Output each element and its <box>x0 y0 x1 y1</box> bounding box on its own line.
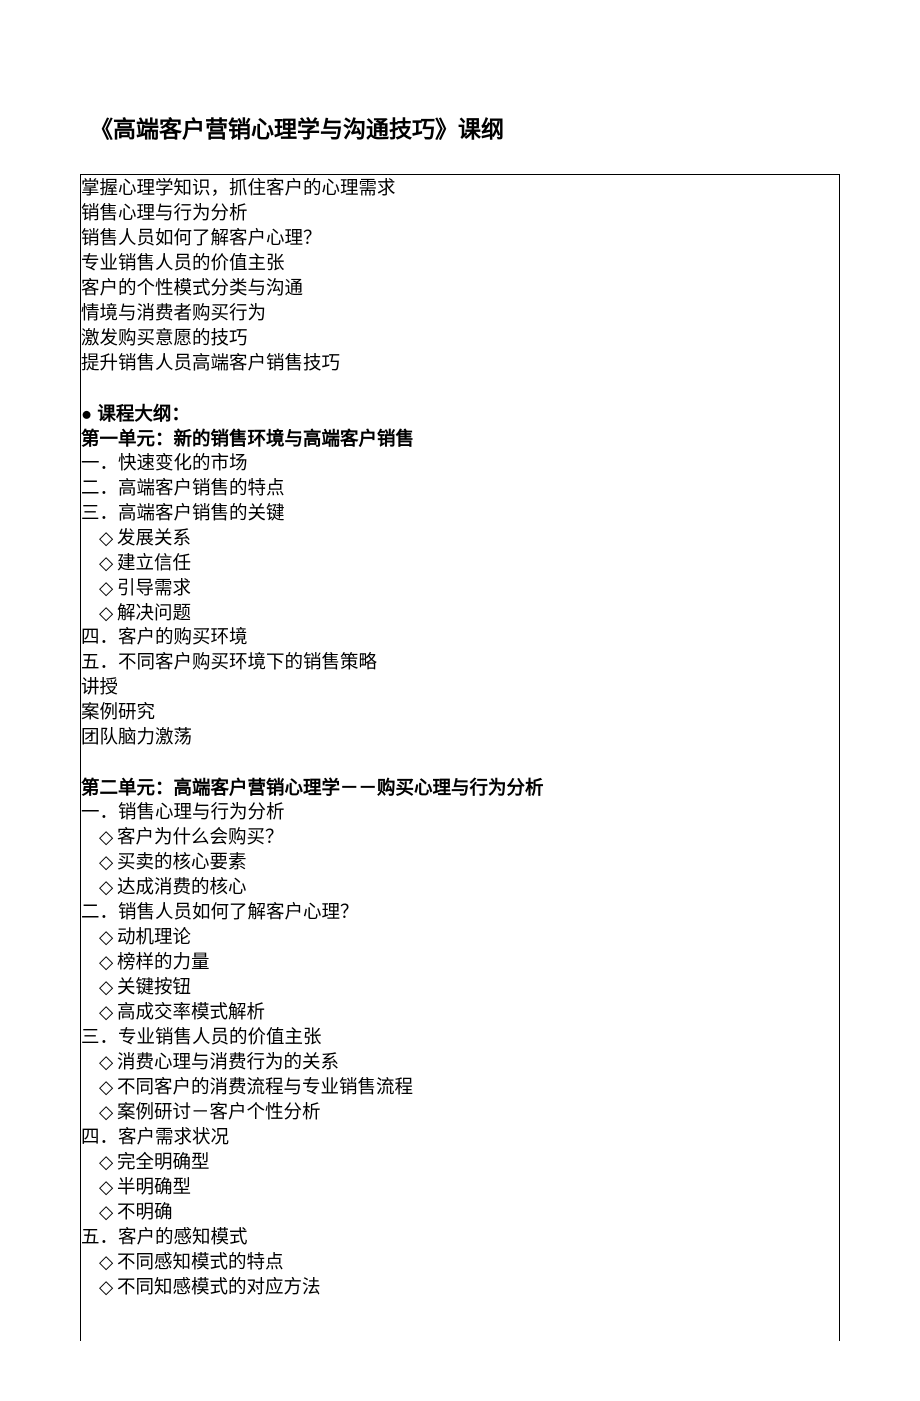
unit2-sub: ◇不明确 <box>81 1201 839 1226</box>
sub-text: 客户为什么会购买？ <box>117 828 284 848</box>
diamond-icon: ◇ <box>99 1251 117 1276</box>
unit2-sub: ◇买卖的核心要素 <box>81 851 839 876</box>
diamond-icon: ◇ <box>99 926 117 951</box>
sub-text: 引导需求 <box>117 579 191 599</box>
diamond-icon: ◇ <box>99 876 117 901</box>
diamond-icon: ◇ <box>99 976 117 1001</box>
unit1-sub: ◇建立信任 <box>81 552 839 577</box>
diamond-icon: ◇ <box>99 951 117 976</box>
diamond-icon: ◇ <box>99 851 117 876</box>
content-box: 掌握心理学知识，抓住客户的心理需求 销售心理与行为分析 销售人员如何了解客户心理… <box>80 174 840 1341</box>
unit2-sub: ◇半明确型 <box>81 1176 839 1201</box>
unit1-item: 团队脑力激荡 <box>81 726 839 751</box>
sub-text: 买卖的核心要素 <box>117 853 247 873</box>
sub-text: 不明确 <box>117 1203 173 1223</box>
unit1-item: 一．快速变化的市场 <box>81 452 839 477</box>
sub-text: 案例研讨－客户个性分析 <box>117 1103 321 1123</box>
unit2-sub: ◇不同感知模式的特点 <box>81 1251 839 1276</box>
sub-text: 建立信任 <box>117 554 191 574</box>
diamond-icon: ◇ <box>99 1076 117 1101</box>
outline-header: ● 课程大纲： <box>81 402 839 427</box>
diamond-icon: ◇ <box>99 577 117 602</box>
unit1-sub: ◇引导需求 <box>81 577 839 602</box>
intro-line: 专业销售人员的价值主张 <box>81 252 839 277</box>
diamond-icon: ◇ <box>99 1151 117 1176</box>
intro-line: 销售人员如何了解客户心理？ <box>81 227 839 252</box>
sub-text: 关键按钮 <box>117 978 191 998</box>
unit2-sub: ◇达成消费的核心 <box>81 876 839 901</box>
page-container: 《高端客户营销心理学与沟通技巧》课纲 掌握心理学知识，抓住客户的心理需求 销售心… <box>0 0 920 1401</box>
sub-text: 完全明确型 <box>117 1153 210 1173</box>
unit1-sub: ◇解决问题 <box>81 602 839 627</box>
unit2-sub: ◇客户为什么会购买？ <box>81 826 839 851</box>
unit2-header: 第二单元：高端客户营销心理学－－购买心理与行为分析 <box>81 776 839 801</box>
intro-line: 提升销售人员高端客户销售技巧 <box>81 352 839 377</box>
diamond-icon: ◇ <box>99 1051 117 1076</box>
diamond-icon: ◇ <box>99 1276 117 1301</box>
intro-line: 客户的个性模式分类与沟通 <box>81 277 839 302</box>
intro-line: 销售心理与行为分析 <box>81 202 839 227</box>
sub-text: 消费心理与消费行为的关系 <box>117 1053 339 1073</box>
sub-text: 达成消费的核心 <box>117 878 247 898</box>
page-title: 《高端客户营销心理学与沟通技巧》课纲 <box>90 110 840 144</box>
unit2-sub: ◇不同客户的消费流程与专业销售流程 <box>81 1076 839 1101</box>
unit1-sub: ◇发展关系 <box>81 527 839 552</box>
unit2-sub: ◇高成交率模式解析 <box>81 1001 839 1026</box>
sub-text: 不同知感模式的对应方法 <box>117 1278 321 1298</box>
intro-line: 情境与消费者购买行为 <box>81 302 839 327</box>
sub-text: 不同感知模式的特点 <box>117 1253 284 1273</box>
unit2-sub: ◇关键按钮 <box>81 976 839 1001</box>
diamond-icon: ◇ <box>99 1176 117 1201</box>
spacer <box>81 377 839 402</box>
sub-text: 高成交率模式解析 <box>117 1003 265 1023</box>
unit2-section-header: 三．专业销售人员的价值主张 <box>81 1026 839 1051</box>
diamond-icon: ◇ <box>99 826 117 851</box>
unit1-item: 四．客户的购买环境 <box>81 626 839 651</box>
diamond-icon: ◇ <box>99 1101 117 1126</box>
sub-text: 发展关系 <box>117 529 191 549</box>
sub-text: 半明确型 <box>117 1178 191 1198</box>
unit2-sub: ◇不同知感模式的对应方法 <box>81 1276 839 1301</box>
intro-line: 掌握心理学知识，抓住客户的心理需求 <box>81 177 839 202</box>
unit2-section-header: 二．销售人员如何了解客户心理？ <box>81 901 839 926</box>
unit1-item: 五．不同客户购买环境下的销售策略 <box>81 651 839 676</box>
unit1-header: 第一单元：新的销售环境与高端客户销售 <box>81 427 839 452</box>
intro-line: 激发购买意愿的技巧 <box>81 327 839 352</box>
unit2-sub: ◇完全明确型 <box>81 1151 839 1176</box>
unit2-sub: ◇榜样的力量 <box>81 951 839 976</box>
sub-text: 动机理论 <box>117 928 191 948</box>
unit1-item: 三．高端客户销售的关键 <box>81 502 839 527</box>
sub-text: 榜样的力量 <box>117 953 210 973</box>
unit2-section-header: 五．客户的感知模式 <box>81 1226 839 1251</box>
diamond-icon: ◇ <box>99 602 117 627</box>
unit1-item: 二．高端客户销售的特点 <box>81 477 839 502</box>
diamond-icon: ◇ <box>99 527 117 552</box>
unit1-item: 案例研究 <box>81 701 839 726</box>
unit2-sub: ◇动机理论 <box>81 926 839 951</box>
spacer <box>81 751 839 776</box>
unit1-item: 讲授 <box>81 676 839 701</box>
diamond-icon: ◇ <box>99 552 117 577</box>
diamond-icon: ◇ <box>99 1201 117 1226</box>
sub-text: 解决问题 <box>117 604 191 624</box>
unit2-sub: ◇案例研讨－客户个性分析 <box>81 1101 839 1126</box>
unit2-sub: ◇消费心理与消费行为的关系 <box>81 1051 839 1076</box>
unit2-section-header: 四．客户需求状况 <box>81 1126 839 1151</box>
diamond-icon: ◇ <box>99 1001 117 1026</box>
unit2-section-header: 一．销售心理与行为分析 <box>81 801 839 826</box>
sub-text: 不同客户的消费流程与专业销售流程 <box>117 1078 413 1098</box>
